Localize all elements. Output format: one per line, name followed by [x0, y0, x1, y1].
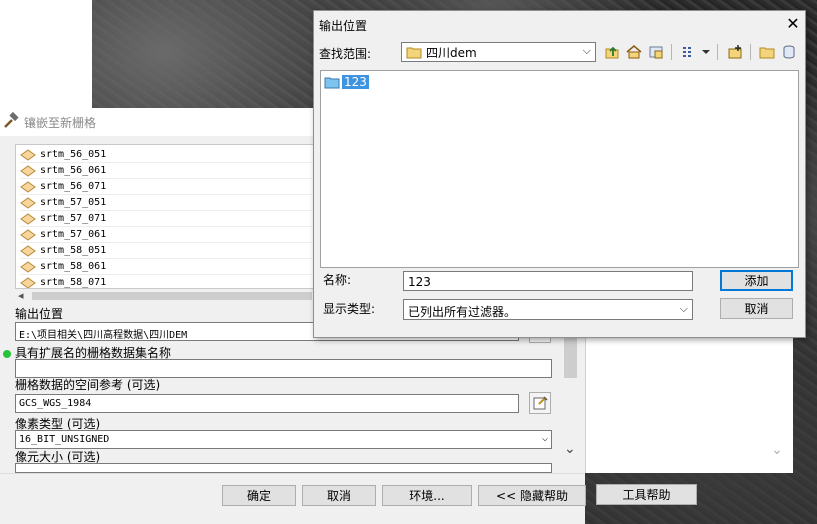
type-select[interactable]: 已列出所有过滤器。 ⌵	[403, 299, 693, 320]
raster-icon	[20, 164, 36, 177]
list-item[interactable]: srtm_57_051	[20, 195, 312, 211]
help-panel	[585, 338, 793, 473]
file-list-pane[interactable]: 123	[320, 70, 799, 268]
help-scroll-down-icon[interactable]: ⌄	[770, 442, 784, 460]
folder-icon	[324, 77, 340, 88]
home-icon[interactable]	[625, 43, 643, 61]
connect-folder-icon[interactable]	[647, 43, 665, 61]
dialog-cancel-button[interactable]: 取消	[720, 298, 793, 319]
chevron-down-icon: ⌵	[679, 302, 688, 315]
environments-button[interactable]: 环境...	[382, 485, 472, 506]
spatial-ref-label: 栅格数据的空间参考 (可选)	[15, 378, 161, 392]
list-item[interactable]: srtm_56_071	[20, 179, 312, 195]
scroll-thumb[interactable]	[564, 333, 577, 378]
cell-size-field[interactable]	[15, 463, 552, 473]
scroll-down-icon[interactable]: ⌄	[564, 441, 576, 457]
list-item[interactable]: srtm_58_071	[20, 275, 312, 288]
spatial-ref-field[interactable]: GCS_WGS_1984	[15, 394, 519, 413]
scroll-thumb[interactable]	[32, 292, 312, 300]
output-location-label: 输出位置	[15, 307, 64, 321]
list-item[interactable]: 123	[324, 75, 369, 89]
new-folder-icon[interactable]	[726, 43, 744, 61]
scroll-left-icon[interactable]: ◂	[18, 289, 24, 302]
chevron-down-icon[interactable]	[700, 43, 712, 61]
raster-icon	[20, 148, 36, 161]
tool-vertical-scrollbar[interactable]: ⌄	[562, 333, 579, 463]
folder-icon	[406, 47, 422, 58]
left-window-area	[0, 0, 92, 108]
hammer-icon	[2, 111, 20, 130]
database-icon[interactable]	[780, 43, 798, 61]
name-label: 名称:	[323, 273, 352, 287]
raster-icon	[20, 196, 36, 209]
dialog-title: 输出位置	[319, 19, 368, 33]
list-horizontal-scrollbar[interactable]: ◂	[16, 289, 315, 303]
raster-icon	[20, 228, 36, 241]
look-in-select[interactable]: 四川dem ⌵	[401, 42, 596, 62]
type-label: 显示类型:	[323, 302, 376, 316]
hide-help-button[interactable]: << 隐藏帮助	[478, 485, 586, 506]
list-item[interactable]: srtm_58_061	[20, 259, 312, 275]
raster-icon	[20, 276, 36, 288]
pixel-type-select[interactable]: 16_BIT_UNSIGNED ⌵	[15, 430, 552, 449]
add-button[interactable]: 添加	[720, 270, 793, 291]
ok-button[interactable]: 确定	[222, 485, 296, 506]
raster-icon	[20, 180, 36, 193]
list-item[interactable]: srtm_56_051	[20, 147, 312, 163]
tool-button-bar: 确定 取消 环境... << 隐藏帮助	[0, 473, 586, 524]
spatial-ref-button[interactable]	[529, 392, 551, 414]
raster-icon	[20, 244, 36, 257]
look-in-label: 查找范围:	[319, 47, 372, 61]
properties-icon	[533, 396, 548, 410]
raster-icon	[20, 260, 36, 273]
chevron-down-icon: ⌵	[541, 433, 548, 444]
list-item[interactable]: srtm_56_061	[20, 163, 312, 179]
chevron-down-icon: ⌵	[582, 44, 591, 57]
required-indicator-icon	[3, 350, 11, 358]
folder-icon[interactable]	[758, 43, 776, 61]
list-item[interactable]: srtm_57_071	[20, 211, 312, 227]
output-location-dialog: 输出位置 ✕ 查找范围: 四川dem ⌵ 123 名称: 123 显示类型: 已…	[313, 10, 806, 338]
up-folder-icon[interactable]	[603, 43, 621, 61]
tool-help-button[interactable]: 工具帮助	[596, 484, 697, 505]
list-item[interactable]: srtm_57_061	[20, 227, 312, 243]
view-list-icon[interactable]	[680, 43, 698, 61]
close-icon[interactable]: ✕	[784, 14, 802, 33]
list-item[interactable]: srtm_58_051	[20, 243, 312, 259]
cancel-button[interactable]: 取消	[302, 485, 376, 506]
name-input[interactable]: 123	[403, 271, 693, 291]
raster-icon	[20, 212, 36, 225]
tool-title: 镶嵌至新栅格	[24, 116, 97, 130]
input-rasters-list[interactable]: srtm_56_051 srtm_56_061 srtm_56_071 srtm…	[15, 144, 315, 289]
